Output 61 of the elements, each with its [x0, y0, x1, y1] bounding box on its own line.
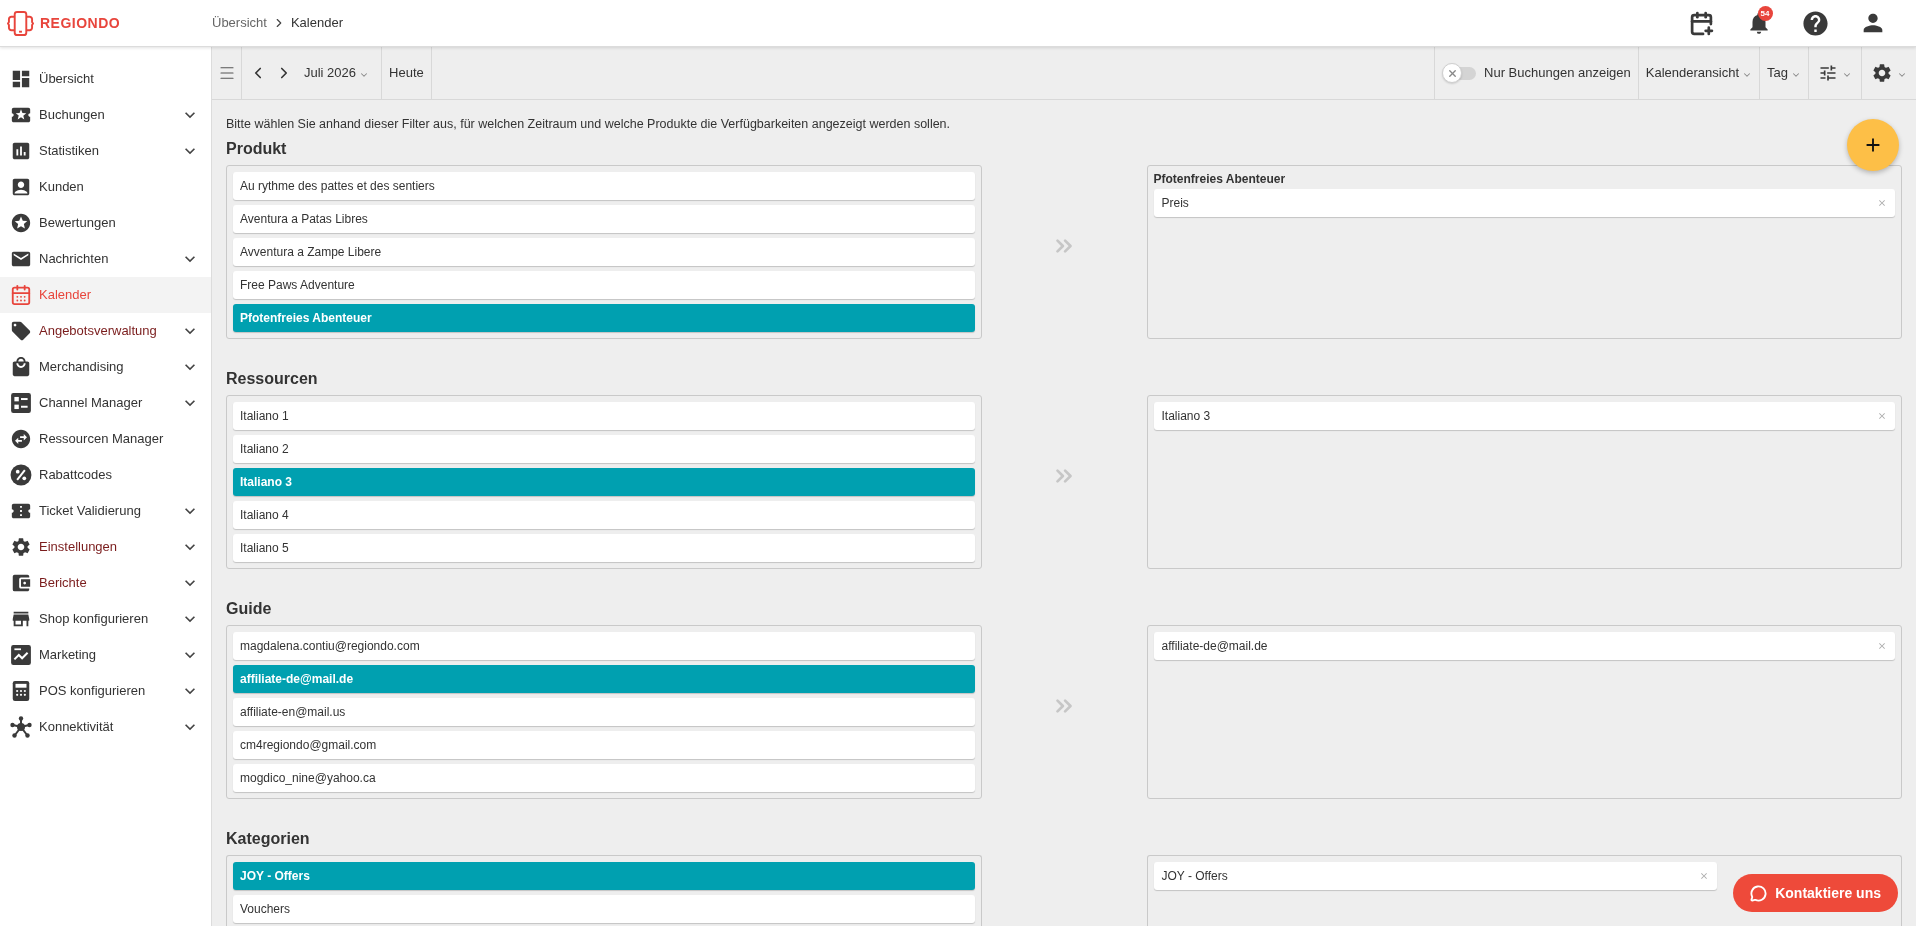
selected-item[interactable]: JOY - Offers	[1153, 862, 1717, 890]
calculator-icon	[10, 680, 32, 702]
option-item[interactable]: Italiano 2	[233, 435, 975, 463]
sidebar-item[interactable]: Kalender	[0, 277, 211, 313]
add-button[interactable]	[1847, 119, 1899, 171]
option-item[interactable]: Italiano 4	[233, 501, 975, 529]
selection-heading: Pfotenfreies Abenteuer	[1153, 172, 1286, 186]
help-icon	[1801, 8, 1830, 38]
toggle-label: Nur Buchungen anzeigen	[1484, 64, 1631, 83]
dashboard-icon	[10, 68, 32, 90]
logo-text: REGIONDO	[40, 13, 121, 33]
trend-tile-icon	[10, 644, 32, 666]
section-heading: Ressourcen	[226, 369, 318, 389]
option-item[interactable]: affiliate-en@mail.us	[233, 698, 975, 726]
close-icon[interactable]	[1877, 411, 1887, 421]
logo-icon	[7, 9, 34, 37]
wallet-icon	[10, 572, 32, 594]
bar-chart-icon	[10, 140, 32, 162]
section-heading: Kategorien	[226, 829, 310, 849]
option-item[interactable]: Au rythme des pattes et des sentiers	[233, 172, 975, 200]
sliders-icon	[1818, 63, 1838, 83]
close-icon[interactable]	[1877, 641, 1887, 651]
calendar-plus-icon	[1689, 10, 1714, 36]
cross-icon	[1446, 67, 1458, 79]
tag-icon	[10, 320, 32, 342]
section-heading: Guide	[226, 599, 272, 619]
view-dropdown[interactable]: Kalenderansicht	[1637, 47, 1760, 99]
list-tile-icon	[10, 392, 32, 414]
calendar-icon	[10, 284, 32, 306]
close-icon[interactable]	[1699, 871, 1709, 881]
network-icon	[10, 716, 32, 738]
settings-icon	[1871, 62, 1893, 84]
person-card-icon	[10, 176, 32, 198]
option-item[interactable]: Aventura a Patas Libres	[233, 205, 975, 233]
range-dropdown[interactable]: Tag	[1759, 47, 1808, 99]
selected-item[interactable]: affiliate-de@mail.de	[1153, 632, 1895, 660]
option-item[interactable]: Free Paws Adventure	[233, 271, 975, 299]
breadcrumb-link[interactable]: Übersicht	[212, 13, 267, 33]
shopping-bag-icon	[10, 356, 32, 378]
option-item[interactable]: magdalena.contiu@regiondo.com	[233, 632, 975, 660]
toggle-switch[interactable]	[1442, 63, 1477, 83]
selected-item[interactable]: Preis	[1153, 189, 1895, 217]
menu-icon	[217, 64, 236, 82]
option-item[interactable]: Italiano 1	[233, 402, 975, 430]
instructions-text: Bitte wählen Sie anhand dieser Filter aus, für welchen Zeitraum und welche Produkte die Verfügbarkeiten angezeigt werden sollen.	[226, 116, 951, 132]
selected-item[interactable]: Italiano 3	[1153, 402, 1895, 430]
breadcrumb-current: Kalender	[290, 14, 343, 33]
percent-circle-icon	[10, 464, 32, 486]
settings-icon	[10, 536, 32, 558]
option-item[interactable]: Italiano 5	[233, 534, 975, 562]
chat-bubble-icon	[1750, 884, 1768, 902]
contact-button[interactable]: Kontaktiere uns	[1733, 874, 1898, 912]
option-item[interactable]: Avventura a Zampe Libere	[233, 238, 975, 266]
section-heading: Produkt	[226, 139, 287, 159]
option-item[interactable]: cm4regiondo@gmail.com	[233, 731, 975, 759]
today-button[interactable]: Heute	[382, 47, 432, 99]
option-item[interactable]: Vouchers	[233, 895, 975, 923]
option-item[interactable]: mogdico_nine@yahoo.ca	[233, 764, 975, 792]
notifications-button[interactable]: 54	[1730, 0, 1787, 47]
close-icon[interactable]	[1877, 198, 1887, 208]
month-dropdown[interactable]: Juli 2026	[297, 58, 382, 88]
